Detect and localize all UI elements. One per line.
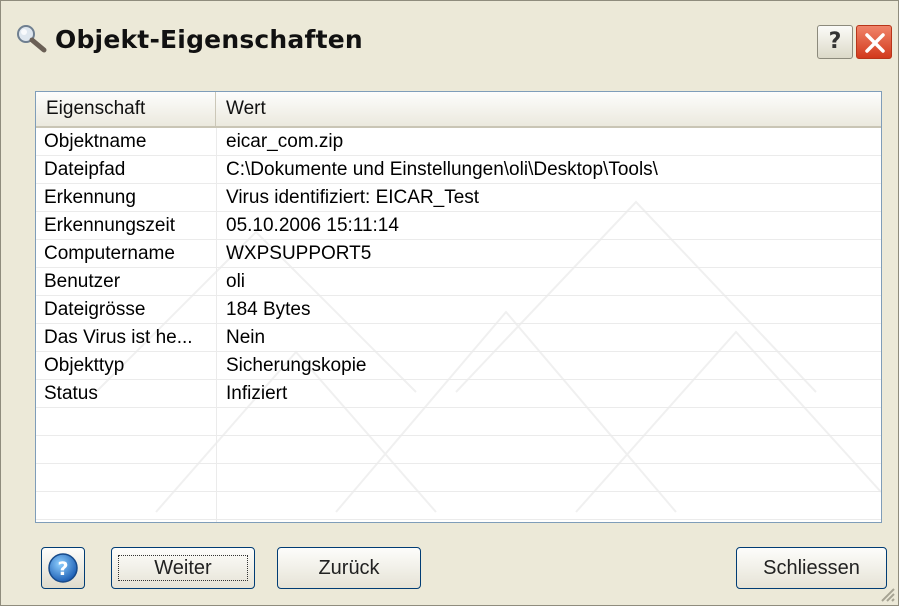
properties-list[interactable]: Eigenschaft Wert Objektname eicar_com.zi… (35, 91, 882, 523)
empty-table-row (36, 436, 881, 464)
value-cell: oli (226, 271, 246, 292)
property-cell: Computername (44, 243, 175, 264)
value-cell (226, 408, 876, 435)
table-row[interactable]: Computername WXPSUPPORT5 (36, 240, 881, 268)
table-row[interactable]: Dateigrösse 184 Bytes (36, 296, 881, 324)
magnifier-icon (15, 23, 49, 53)
property-cell: Objekttyp (44, 355, 125, 376)
table-body: Objektname eicar_com.zip Dateipfad C:\Do… (36, 128, 881, 520)
property-cell: Erkennung (44, 187, 136, 208)
property-cell: Dateipfad (44, 159, 126, 180)
value-cell: C:\Dokumente und Einstellungen\oli\Deskt… (226, 159, 658, 180)
next-button[interactable]: Weiter (111, 547, 255, 589)
resize-grip-icon[interactable] (878, 585, 896, 603)
property-cell: Erkennungszeit (44, 215, 175, 236)
value-cell: 184 Bytes (226, 299, 311, 320)
table-header: Eigenschaft Wert (36, 92, 881, 128)
next-button-label: Weiter (154, 557, 212, 579)
empty-table-row (36, 408, 881, 436)
empty-table-row (36, 492, 881, 520)
column-header-property[interactable]: Eigenschaft (36, 92, 216, 126)
value-cell: 05.10.2006 15:11:14 (226, 215, 399, 236)
property-cell (44, 436, 214, 463)
close-icon (865, 33, 885, 53)
property-cell (44, 492, 214, 519)
table-row[interactable]: Dateipfad C:\Dokumente und Einstellungen… (36, 156, 881, 184)
value-cell: Virus identifiziert: EICAR_Test (226, 187, 480, 208)
table-row[interactable]: Status Infiziert (36, 380, 881, 408)
table-row[interactable]: Objekttyp Sicherungskopie (36, 352, 881, 380)
table-row[interactable]: Objektname eicar_com.zip (36, 128, 881, 156)
close-button[interactable] (856, 25, 892, 59)
property-cell: Das Virus ist he... (44, 327, 193, 348)
property-cell: Status (44, 383, 98, 404)
column-header-value[interactable]: Wert (216, 92, 881, 126)
help-info-button[interactable]: ? (41, 547, 85, 589)
table-row[interactable]: Erkennungszeit 05.10.2006 15:11:14 (36, 212, 881, 240)
help-button[interactable]: ? (817, 25, 853, 59)
value-cell (226, 492, 876, 519)
value-cell (226, 436, 876, 463)
property-cell: Objektname (44, 131, 147, 152)
table-row[interactable]: Benutzer oli (36, 268, 881, 296)
table-row[interactable]: Das Virus ist he... Nein (36, 324, 881, 352)
property-cell (44, 408, 214, 435)
value-cell: Infiziert (226, 383, 288, 404)
table-row[interactable]: Erkennung Virus identifiziert: EICAR_Tes… (36, 184, 881, 212)
property-cell: Dateigrösse (44, 299, 146, 320)
empty-table-row (36, 464, 881, 492)
property-cell (44, 464, 214, 491)
dialog-title: Objekt-Eigenschaften (55, 25, 363, 54)
svg-text:?: ? (57, 558, 68, 580)
property-cell: Benutzer (44, 271, 121, 292)
back-button[interactable]: Zurück (277, 547, 421, 589)
title-bar[interactable]: Objekt-Eigenschaften ? (1, 1, 898, 83)
value-cell (226, 464, 876, 491)
close-dialog-button[interactable]: Schliessen (736, 547, 887, 589)
value-cell: eicar_com.zip (226, 131, 344, 152)
properties-dialog: Objekt-Eigenschaften ? Eigenschaft Wert (0, 0, 899, 606)
help-circle-icon: ? (48, 553, 78, 583)
value-cell: WXPSUPPORT5 (226, 243, 372, 264)
value-cell: Sicherungskopie (226, 355, 367, 376)
value-cell: Nein (226, 327, 266, 348)
